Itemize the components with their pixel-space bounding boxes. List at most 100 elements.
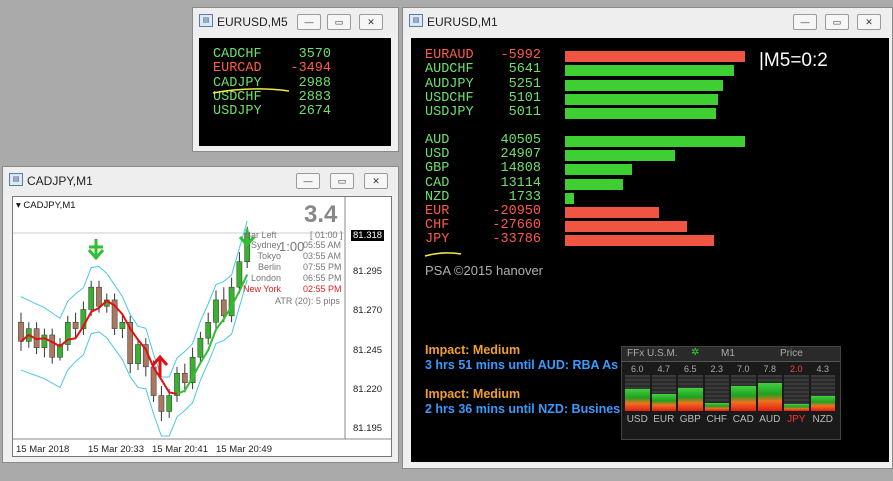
currency-name: CHF [425, 218, 450, 234]
hud-currency-label: NZD [812, 414, 834, 425]
window-cadjpy-m1[interactable]: ▤ CADJPY,M1 — ▭ ✕ ▾ CADJPY,M1 3.4 Bar Le… [2, 166, 399, 463]
symbol-label: ▾ CADJPY,M1 [16, 200, 76, 211]
current-price-tag: 81.318 [351, 230, 385, 241]
atr-label: ATR (20): 5 pips [275, 296, 340, 306]
maximize-button[interactable]: ▭ [330, 173, 354, 189]
price-chart[interactable]: ▾ CADJPY,M1 3.4 Bar Left [ 01:00 ] 1:00 … [12, 196, 392, 457]
news-impact-1: Impact: Medium [425, 343, 521, 357]
hud-currency-label: CAD [732, 414, 754, 425]
m1-currency-row: CHF -27660 [425, 218, 541, 233]
m5-pair-row: EURCAD -3494 [213, 61, 331, 76]
x-axis-tick: 15 Mar 20:49 [216, 444, 272, 455]
pair-name: USDCHF [425, 90, 474, 106]
symbol-text: CADJPY,M1 [23, 200, 76, 211]
strength-bar [565, 79, 724, 91]
buy-arrow-icon [87, 239, 105, 261]
currency-name: JPY [425, 232, 450, 248]
dropdown-triangle-icon[interactable]: ▾ [16, 200, 21, 211]
hud-meter-fill [625, 389, 650, 411]
titlebar[interactable]: ▤ EURUSD,M1 — ▭ ✕ [403, 8, 892, 36]
hud-currency-label: JPY [787, 414, 806, 425]
pair-value: -3494 [290, 61, 331, 77]
hud-mode[interactable]: Price [780, 348, 803, 359]
hud-value: 7.0 [736, 364, 750, 374]
x-axis-tick: 15 Mar 2018 [16, 444, 70, 455]
currency-value: -20950 [492, 204, 541, 219]
hud-currency-label: EUR [653, 414, 675, 425]
hud-value: 4.7 [657, 364, 670, 374]
strength-bar [565, 178, 623, 190]
currency-value: -27660 [492, 218, 541, 234]
candle-body [205, 321, 212, 339]
candle-body [18, 321, 24, 342]
m5-pair-row: USDJPY 2674 [213, 104, 331, 119]
hud-meter-fill [731, 385, 756, 411]
m1-currency-row: EUR -20950 [425, 204, 541, 219]
big-value: 3.4 [304, 201, 338, 228]
window-eurusd-m1[interactable]: ▤ EURUSD,M1 — ▭ ✕ EURAUD -5992 AUDCHF 5641 A… [402, 7, 893, 469]
currency-value: 40505 [500, 133, 541, 148]
chart-window-icon: ▤ [9, 173, 23, 186]
strength-bar [565, 150, 675, 162]
currency-name: CAD [425, 175, 450, 191]
countdown-value: 1:00 [279, 239, 305, 254]
pair-name: AUDCHF [425, 62, 474, 78]
currency-value: 24907 [500, 147, 541, 163]
ratio-label: |M5=0:2 [759, 50, 828, 71]
titlebar[interactable]: ▤ EURUSD,M5 — ▭ ✕ [193, 8, 398, 36]
currency-name: NZD [425, 189, 450, 205]
window-title: EURUSD,M5 [217, 15, 288, 29]
hud-currency-label: AUD [759, 414, 781, 425]
yellow-underline-annotation [212, 88, 290, 94]
bar-left-value: [ 01:00 ] [310, 230, 343, 240]
session-time: 02:55 PM [303, 284, 342, 294]
hud-settings-icon[interactable]: ✲ [691, 347, 699, 358]
m5-pair-panel: CADCHF 3570 EURCAD -3494 CADJPY 2988 USDCHF 288… [199, 38, 391, 146]
minimize-button[interactable]: — [296, 173, 320, 189]
news-text-1: 3 hrs 51 mins until AUD: RBA As [425, 358, 619, 372]
close-button[interactable]: ✕ [364, 173, 388, 189]
candle-body [166, 395, 173, 412]
hud-value: 7.8 [763, 364, 776, 374]
minimize-button[interactable]: — [793, 14, 817, 30]
currency-name: EUR [425, 204, 450, 219]
window-eurusd-m5[interactable]: ▤ EURUSD,M5 — ▭ ✕ CADCHF 3570 EURCAD -3494 C… [192, 7, 399, 152]
pair-value: 2674 [298, 104, 331, 120]
titlebar[interactable]: ▤ CADJPY,M1 — ▭ ✕ [3, 167, 398, 195]
close-button[interactable]: ✕ [857, 14, 881, 30]
m1-currency-row: AUD 40505 [425, 133, 541, 148]
window-title: EURUSD,M1 [427, 15, 498, 29]
m1-currency-row: USD 24907 [425, 147, 541, 162]
y-axis-tick: 81.195 [353, 423, 383, 435]
pair-value: 5011 [508, 105, 541, 121]
pair-name: USDJPY [425, 105, 474, 121]
y-axis-tick: 81.270 [353, 305, 383, 317]
minimize-button[interactable]: — [297, 14, 321, 30]
candle-body [41, 334, 48, 348]
strength-bar [565, 221, 688, 233]
candle-body [72, 321, 79, 329]
m1-currency-row: NZD 1733 [425, 190, 541, 205]
hud-meter-fill [757, 382, 782, 411]
candle-body [181, 372, 188, 384]
strength-bar [565, 108, 717, 120]
currency-value: -33786 [492, 232, 541, 248]
hud-meter-fill [678, 387, 703, 411]
session-name: New York [242, 284, 281, 294]
hud-value: 2.3 [710, 364, 723, 374]
maximize-button[interactable]: ▭ [327, 14, 351, 30]
hud-timeframe[interactable]: M1 [721, 348, 735, 359]
maximize-button[interactable]: ▭ [825, 14, 849, 30]
session-name: London [250, 273, 281, 283]
chart-window-icon: ▤ [409, 14, 423, 27]
currency-value: 14808 [500, 161, 541, 177]
m1-pair-row: USDJPY 5011 [425, 105, 541, 120]
close-button[interactable]: ✕ [359, 14, 383, 30]
x-axis-tick: 15 Mar 20:33 [88, 444, 144, 455]
session-time: 06:55 PM [303, 273, 342, 283]
pair-value: 5101 [508, 90, 541, 106]
currency-value: 13114 [500, 175, 541, 191]
pair-name: CADCHF [213, 47, 262, 62]
pair-name: EURAUD [425, 48, 474, 63]
m1-strength-panel: EURAUD -5992 AUDCHF 5641 AUDJPY 5251 USDCHF 510… [411, 38, 889, 462]
